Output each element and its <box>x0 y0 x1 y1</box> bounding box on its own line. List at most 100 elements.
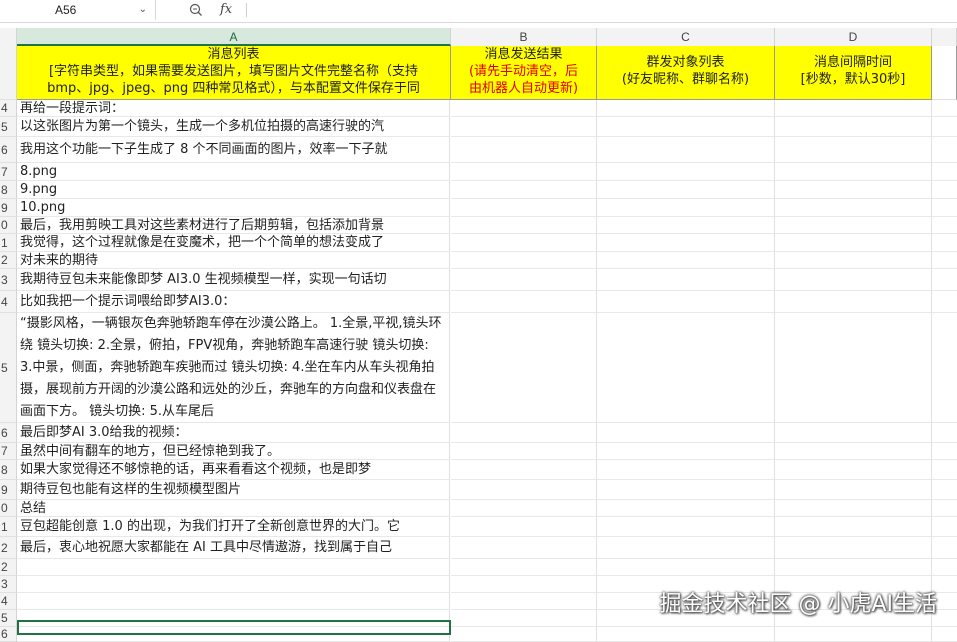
cell-message[interactable]: 以这张图片为第一个镜头，生成一个多机位拍摄的高速行驶的汽 <box>17 117 450 137</box>
cell-send-result[interactable] <box>451 593 597 610</box>
cell-target[interactable] <box>597 252 775 269</box>
cell-interval[interactable] <box>775 181 932 199</box>
cell-message[interactable]: 8.png <box>17 163 450 181</box>
cell-send-result[interactable] <box>451 480 597 500</box>
header-cell-message-list[interactable]: 消息列表 [字符串类型，如果需要发送图片，填写图片文件完整名称（支持 bmp、j… <box>17 46 451 100</box>
header-cell-e[interactable] <box>932 46 957 100</box>
zoom-icon[interactable] <box>188 0 204 20</box>
cell-empty[interactable] <box>932 269 957 291</box>
cell-target[interactable] <box>597 181 775 199</box>
row-number[interactable]: 1 <box>0 234 17 252</box>
cell-target[interactable] <box>597 517 775 537</box>
cell-send-result[interactable] <box>451 217 597 234</box>
cell-send-result[interactable] <box>451 610 597 627</box>
cell-empty[interactable] <box>932 137 957 163</box>
cell-message[interactable]: 再给一段提示词： <box>17 100 450 117</box>
column-header-a[interactable]: A <box>17 28 451 46</box>
cell-interval[interactable] <box>775 163 932 181</box>
cell-interval[interactable] <box>775 559 932 576</box>
cell-send-result[interactable] <box>451 627 597 642</box>
cell-message[interactable]: 期待豆包也能有这样的生视频模型图片 <box>17 480 450 500</box>
cell-target[interactable] <box>597 199 775 217</box>
cell-message[interactable]: 我期待豆包未来能像即梦 AI3.0 生视频模型一样，实现一句话切 <box>17 269 450 291</box>
row-number[interactable]: 4 <box>0 593 17 610</box>
cell-send-result[interactable] <box>451 500 597 517</box>
row-number[interactable]: 6 <box>0 423 17 443</box>
cell-target[interactable] <box>597 100 775 117</box>
row-number[interactable]: 6 <box>0 137 17 163</box>
cell-target[interactable] <box>597 559 775 576</box>
row-number[interactable]: 0 <box>0 217 17 234</box>
cell-message[interactable]: 我觉得，这个过程就像是在变魔术，把一个个简单的想法变成了 <box>17 234 450 252</box>
cell-send-result[interactable] <box>451 269 597 291</box>
cell-interval[interactable] <box>775 252 932 269</box>
cell-message[interactable]: 比如我把一个提示词喂给即梦AI3.0： <box>17 291 450 313</box>
cell-message[interactable]: 豆包超能创意 1.0 的出现，为我们打开了全新创意世界的大门。它 <box>17 517 450 537</box>
cell-send-result[interactable] <box>451 460 597 480</box>
row-number[interactable]: 5 <box>0 117 17 137</box>
cell-target[interactable] <box>597 234 775 252</box>
row-number[interactable]: 4 <box>0 291 17 313</box>
cell-empty[interactable] <box>932 537 957 559</box>
cell-empty[interactable] <box>932 423 957 443</box>
cell-empty[interactable] <box>932 199 957 217</box>
row-number[interactable]: 5 <box>0 313 17 423</box>
row-number[interactable]: 2 <box>0 252 17 269</box>
cell-empty[interactable] <box>932 252 957 269</box>
cell-send-result[interactable] <box>451 443 597 460</box>
cell-target[interactable] <box>597 117 775 137</box>
cell-message[interactable]: 最后即梦AI 3.0给我的视频： <box>17 423 450 443</box>
cell-target[interactable] <box>597 163 775 181</box>
cell-message[interactable] <box>17 559 450 576</box>
cell-send-result[interactable] <box>451 252 597 269</box>
cell-interval[interactable] <box>775 460 932 480</box>
cell-empty[interactable] <box>932 234 957 252</box>
cell-empty[interactable] <box>932 291 957 313</box>
cell-interval[interactable] <box>775 480 932 500</box>
cell-interval[interactable] <box>775 500 932 517</box>
cell-empty[interactable] <box>932 627 957 642</box>
cell-empty[interactable] <box>932 181 957 199</box>
row-number[interactable]: 9 <box>0 199 17 217</box>
column-header-b[interactable]: B <box>451 28 597 46</box>
cell-send-result[interactable] <box>451 234 597 252</box>
cell-send-result[interactable] <box>451 100 597 117</box>
cell-target[interactable] <box>597 500 775 517</box>
row-number[interactable]: 5 <box>0 610 17 627</box>
cell-interval[interactable] <box>775 234 932 252</box>
cell-message[interactable]: 我用这个功能一下子生成了 8 个不同画面的图片，效率一下子就 <box>17 137 450 163</box>
cell-empty[interactable] <box>932 217 957 234</box>
row-number[interactable]: 6 <box>0 627 17 642</box>
column-header-c[interactable]: C <box>597 28 775 46</box>
cell-target[interactable] <box>597 313 775 423</box>
cell-interval[interactable] <box>775 313 932 423</box>
select-all-corner[interactable] <box>0 28 17 46</box>
row-number[interactable] <box>0 46 17 100</box>
cell-empty[interactable] <box>932 559 957 576</box>
cell-message[interactable]: 如果大家觉得还不够惊艳的话，再来看看这个视频，也是即梦 <box>17 460 450 480</box>
row-number[interactable]: 7 <box>0 443 17 460</box>
cell-message[interactable]: 9.png <box>17 181 450 199</box>
cell-message[interactable]: 最后，衷心地祝愿大家都能在 AI 工具中尽情遨游，找到属于自己 <box>17 537 450 559</box>
cell-message[interactable]: 总结 <box>17 500 450 517</box>
row-number[interactable]: 3 <box>0 576 17 593</box>
cell-send-result[interactable] <box>451 291 597 313</box>
cell-send-result[interactable] <box>451 163 597 181</box>
row-number[interactable]: 1 <box>0 517 17 537</box>
cell-send-result[interactable] <box>451 137 597 163</box>
cell-message[interactable]: 对未来的期待 <box>17 252 450 269</box>
cell-target[interactable] <box>597 423 775 443</box>
cell-interval[interactable] <box>775 217 932 234</box>
cell-message[interactable]: 虽然中间有翻车的地方，但已经惊艳到我了。 <box>17 443 450 460</box>
cell-empty[interactable] <box>932 517 957 537</box>
row-number[interactable]: 8 <box>0 460 17 480</box>
cell-interval[interactable] <box>775 443 932 460</box>
row-number[interactable]: 2 <box>0 537 17 559</box>
cell-target[interactable] <box>597 443 775 460</box>
row-number[interactable]: 8 <box>0 181 17 199</box>
row-number[interactable]: 7 <box>0 163 17 181</box>
row-number[interactable]: 0 <box>0 500 17 517</box>
cell-interval[interactable] <box>775 117 932 137</box>
cell-message[interactable] <box>17 576 450 593</box>
header-cell-send-result[interactable]: 消息发送结果 (请先手动清空，后 由机器人自动更新) <box>451 46 597 100</box>
